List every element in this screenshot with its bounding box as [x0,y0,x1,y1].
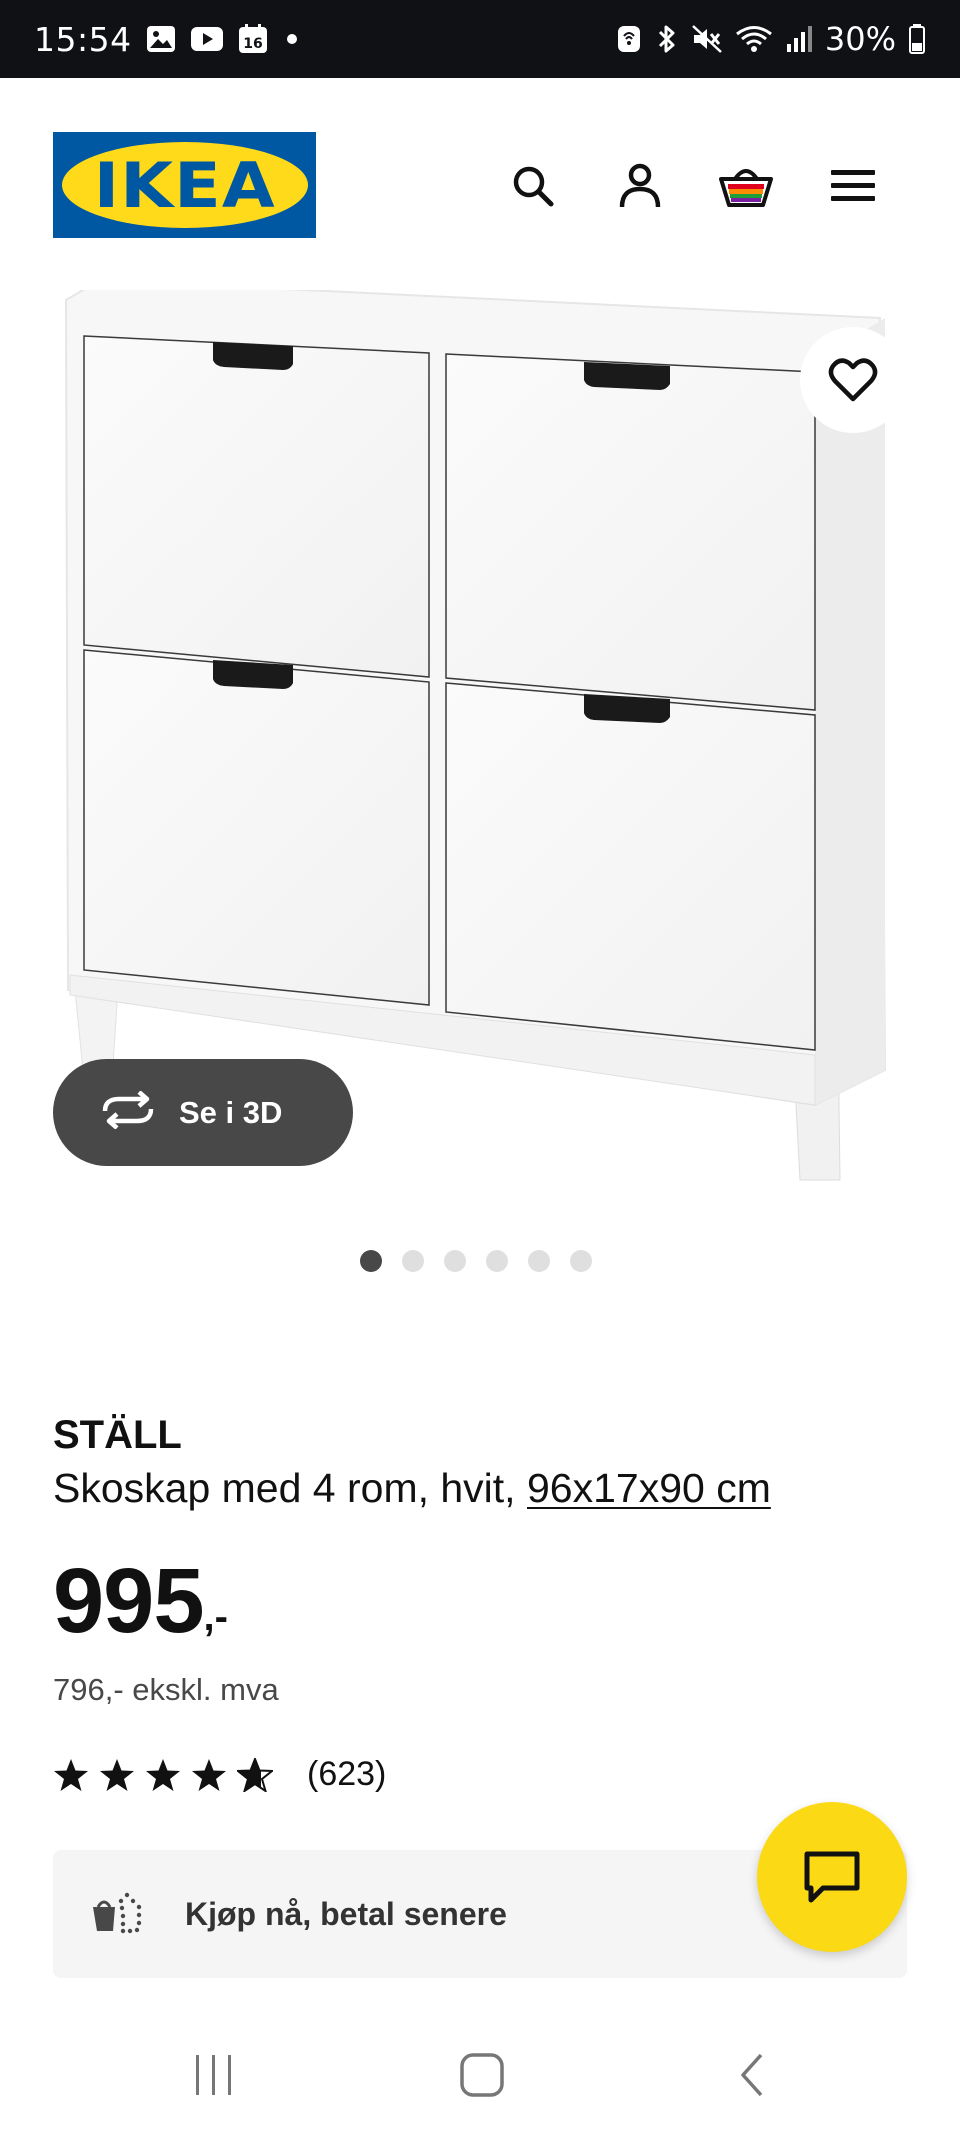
star-icon [100,1758,134,1791]
logo-text: IKEA [93,148,276,222]
rotate-3d-icon [99,1090,157,1134]
nfc-icon [615,24,643,54]
payment-bag-icon [89,1889,145,1940]
bluetooth-icon [655,23,679,55]
home-icon [460,2053,504,2097]
product-description: Skoskap med 4 rom, hvit, 96x17x90 cm [53,1465,771,1512]
status-time: 15:54 [34,19,132,59]
pager-dot[interactable] [444,1250,466,1272]
image-pager [360,1250,592,1272]
pager-dot[interactable] [360,1250,382,1272]
menu-icon[interactable] [823,156,883,216]
signal-icon [785,24,813,54]
search-icon[interactable] [503,156,563,216]
pager-dot[interactable] [570,1250,592,1272]
chat-icon [804,1851,860,1903]
status-bar: 15:54 16 30% [0,0,960,78]
pay-later-label: Kjøp nå, betal senere [185,1895,507,1932]
back-icon [741,2053,763,2097]
system-nav-bar [0,2010,960,2133]
product-price: 995 ,- [53,1555,228,1647]
pager-dot[interactable] [486,1250,508,1272]
product-name: STÄLL [53,1413,182,1457]
product-rating[interactable]: (623) [53,1755,386,1794]
calendar-icon: 16 [238,24,268,54]
svg-text:16: 16 [243,36,262,52]
wifi-icon [735,24,773,54]
gallery-icon [146,25,176,53]
view-in-3d-button[interactable]: Se i 3D [53,1059,353,1166]
heart-icon [828,358,878,402]
product-dimensions-link[interactable]: 96x17x90 cm [527,1465,771,1511]
site-header: IKEA [0,78,960,268]
battery-icon [908,23,926,55]
pager-dot[interactable] [528,1250,550,1272]
back-button[interactable] [712,2040,792,2110]
view-in-3d-label: Se i 3D [179,1094,283,1130]
status-right: 30% [615,20,926,58]
battery-percent: 30% [824,20,896,58]
notification-dot-icon [282,29,302,49]
cart-icon[interactable] [716,156,776,216]
pager-dot[interactable] [402,1250,424,1272]
ikea-logo[interactable]: IKEA [53,132,316,238]
star-icon [146,1758,180,1791]
logo-oval: IKEA [61,142,308,228]
star-icon [54,1758,88,1791]
price-suffix: ,- [203,1595,228,1639]
status-left: 15:54 16 [34,20,302,59]
price-amount: 995 [53,1550,204,1652]
star-half-icon [237,1757,273,1792]
account-icon[interactable] [610,156,670,216]
youtube-icon [190,26,224,52]
rating-stars [53,1757,273,1792]
home-button[interactable] [442,2040,522,2110]
rating-count: (623) [307,1755,387,1793]
chat-button[interactable] [757,1802,907,1952]
product-description-text: Skoskap med 4 rom, hvit, [53,1465,516,1511]
mute-icon [691,24,723,54]
favourite-button[interactable] [800,327,906,433]
price-excl-vat: 796,- ekskl. mva [53,1672,279,1707]
recent-apps-button[interactable] [174,2040,254,2110]
star-icon [192,1758,226,1791]
recent-apps-icon [196,2055,231,2095]
